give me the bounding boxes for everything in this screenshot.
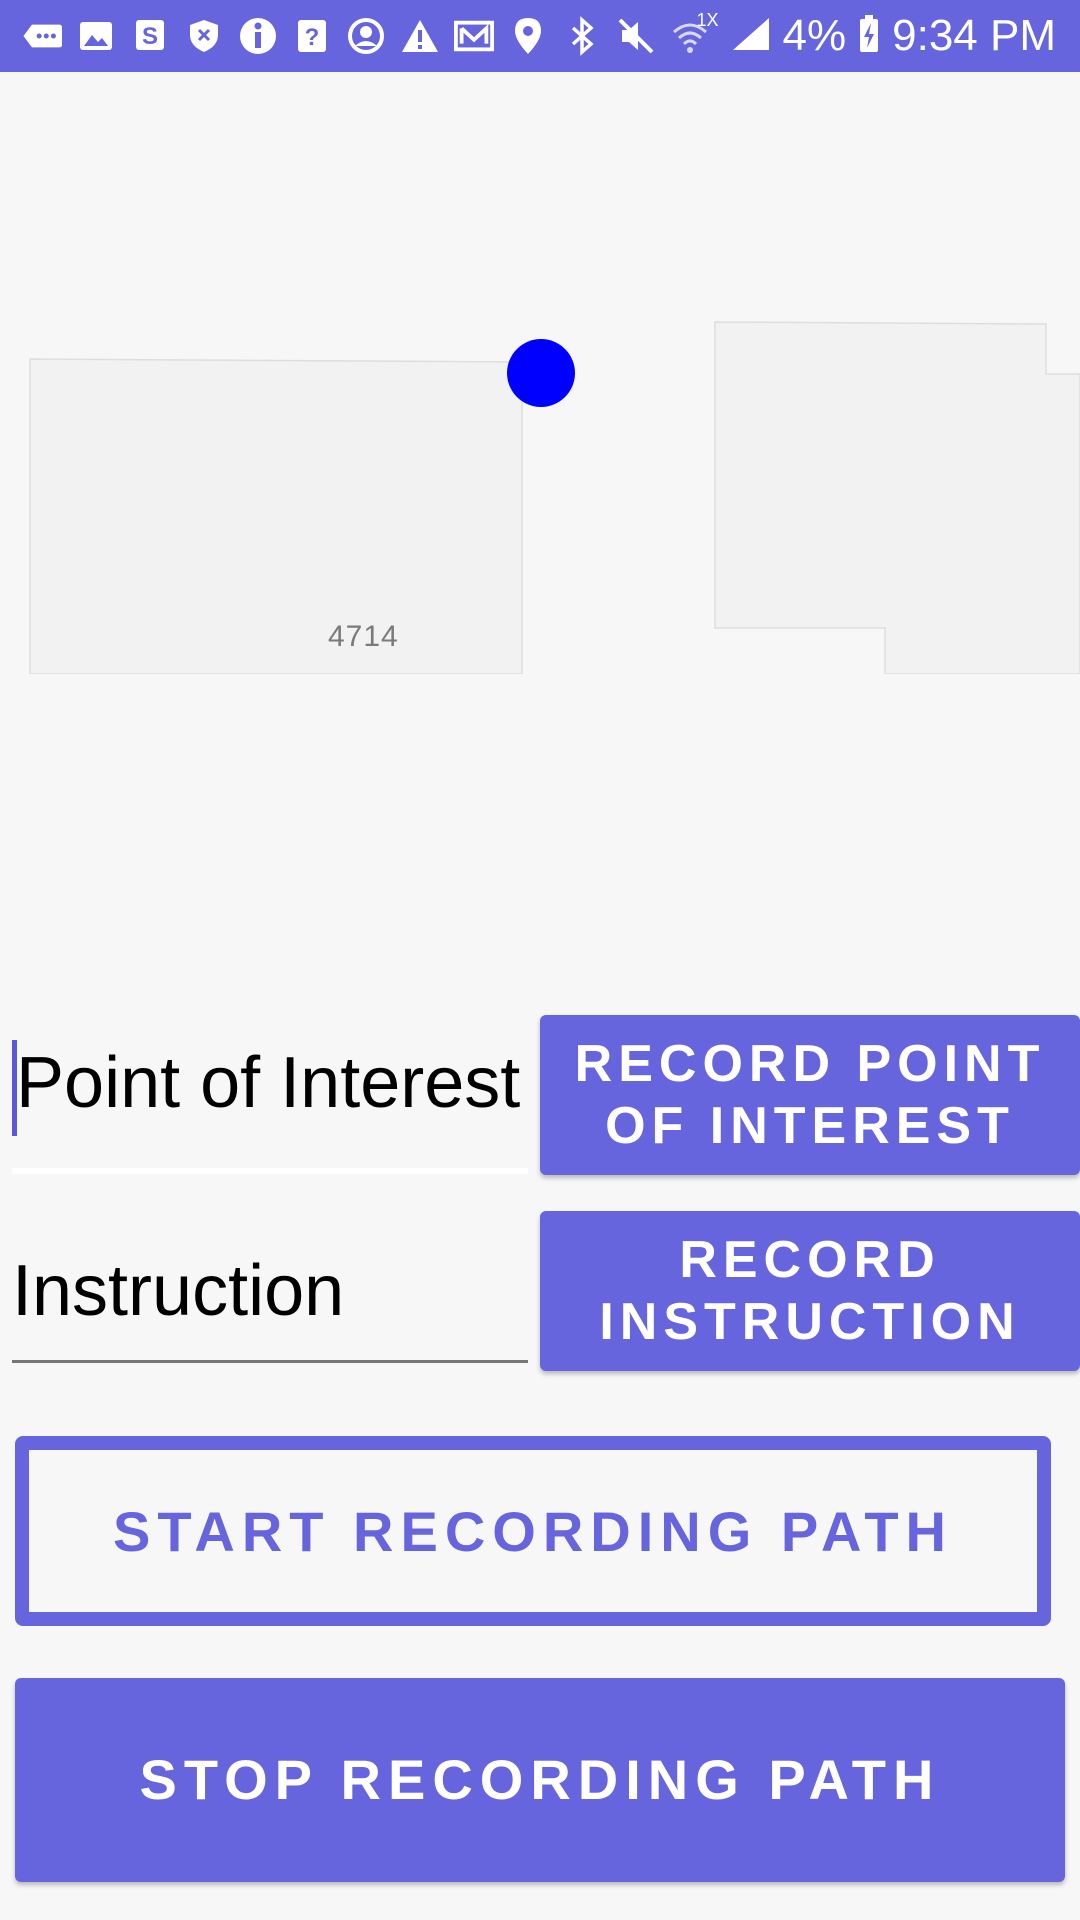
current-location-dot [507,339,575,407]
record-poi-label-line1: RECORD POINT [574,1035,1046,1093]
instruction-underline [12,1360,528,1363]
record-instruction-button[interactable]: RECORD INSTRUCTION [540,1211,1080,1371]
stop-recording-path-button[interactable]: STOP RECORDING PATH [15,1678,1065,1882]
svg-text:S: S [142,23,158,50]
info-icon [238,16,278,56]
instruction-field[interactable]: Instruction [12,1236,528,1366]
image-icon [76,16,116,56]
shield-icon [184,16,224,56]
speed-label: 1X [696,9,719,30]
building-4714 [29,358,523,674]
record-instruction-label-line2: INSTRUCTION [599,1293,1021,1351]
help-icon: ? [292,16,332,56]
svg-text:?: ? [305,24,320,51]
record-point-of-interest-button[interactable]: RECORD POINT OF INTEREST [540,1015,1080,1175]
start-recording-path-button[interactable]: START RECORDING PATH [15,1436,1051,1626]
location-icon [508,16,548,56]
map-view[interactable]: 4714 [0,72,1080,674]
s-app-icon: S [130,16,170,56]
battery-icon [858,14,880,59]
point-of-interest-input[interactable]: Point of Interest [16,1042,520,1124]
mute-icon [616,16,656,56]
mail-icon [454,16,494,56]
point-of-interest-field[interactable]: Point of Interest [12,1040,528,1176]
building-right [714,321,1080,674]
status-bar: S ? 1X 4% 9:34 PM [0,0,1080,72]
point-of-interest-underline [12,1168,528,1174]
instruction-input[interactable]: Instruction [12,1250,344,1332]
clock: 9:34 PM [892,11,1056,60]
more-icon [22,16,62,56]
battery-percent: 4% [782,11,847,60]
bluetooth-icon [562,16,602,56]
warning-icon [400,16,440,56]
building-number-label: 4714 [328,620,399,653]
account-icon [346,16,386,56]
record-poi-label-line2: OF INTEREST [605,1097,1015,1155]
start-recording-path-label: START RECORDING PATH [113,1499,953,1563]
record-instruction-label-line1: RECORD [679,1231,941,1289]
signal-icon [731,16,771,57]
stop-recording-path-label: STOP RECORDING PATH [139,1748,941,1811]
